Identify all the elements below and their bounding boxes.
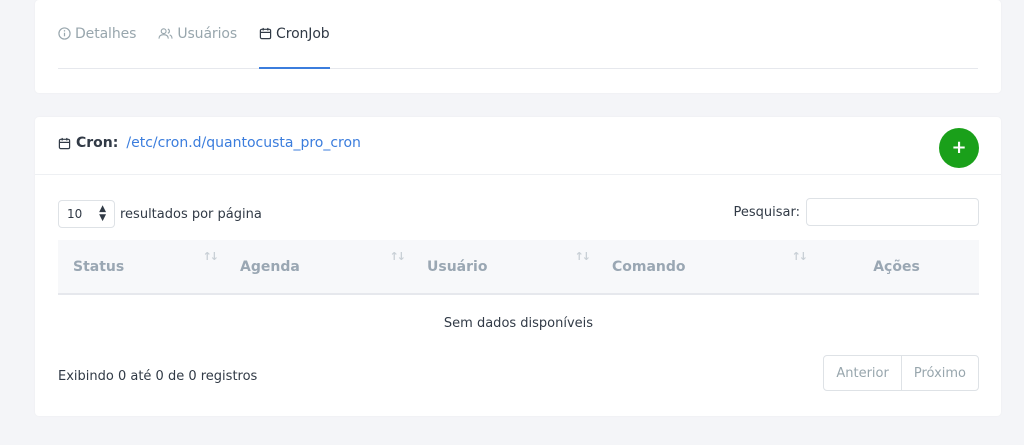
page-length-value: 10 xyxy=(67,207,83,221)
empty-table-message: Sem dados disponíveis xyxy=(443,315,594,331)
cron-card-header: Cron: /etc/cron.d/quantocusta_pro_cron + xyxy=(35,117,1001,175)
next-page-button[interactable]: Próximo xyxy=(900,356,978,390)
column-header-label: Status xyxy=(73,258,125,275)
table-info: Exibindo 0 até 0 de 0 registros xyxy=(58,369,258,384)
column-header-comando[interactable]: Comando ↑↓ xyxy=(597,240,814,293)
column-header-label: Agenda xyxy=(240,258,300,275)
cron-path-link[interactable]: /etc/cron.d/quantocusta_pro_cron xyxy=(126,135,361,151)
cron-label: Cron: xyxy=(76,135,119,151)
column-header-agenda[interactable]: Agenda ↑↓ xyxy=(225,240,412,293)
add-cron-button[interactable]: + xyxy=(939,128,979,168)
tab-detalhes-label: Detalhes xyxy=(75,25,137,42)
cron-table: Status ↑↓ Agenda ↑↓ Usuário ↑↓ Comando ↑… xyxy=(58,240,979,351)
column-header-label: Comando xyxy=(612,258,686,275)
previous-page-button[interactable]: Anterior xyxy=(824,356,900,390)
calendar-icon xyxy=(259,27,272,40)
page-length-label: resultados por página xyxy=(120,206,262,222)
column-header-acoes: Ações xyxy=(814,240,979,293)
tab-cronjob-label: CronJob xyxy=(276,25,330,42)
info-circle-icon xyxy=(58,27,71,40)
search-label: Pesquisar: xyxy=(733,204,801,220)
tab-bar: Detalhes Usuários CronJob xyxy=(58,0,978,69)
tab-usuarios[interactable]: Usuários xyxy=(158,0,237,68)
calendar-icon xyxy=(58,137,71,149)
sort-icon: ↑↓ xyxy=(202,250,220,263)
tab-detalhes[interactable]: Detalhes xyxy=(58,0,136,68)
page-length-select[interactable]: 10 ▲ ▼ xyxy=(58,200,115,228)
pagination: Anterior Próximo xyxy=(823,355,979,391)
column-header-status[interactable]: Status ↑↓ xyxy=(58,240,225,293)
users-icon xyxy=(158,28,173,39)
sort-icon: ↑↓ xyxy=(791,250,809,263)
column-header-label: Usuário xyxy=(427,258,488,275)
column-header-label: Ações xyxy=(873,258,920,275)
tabs-card: Detalhes Usuários CronJob xyxy=(35,0,1001,93)
tab-cronjob[interactable]: CronJob xyxy=(259,0,330,69)
table-header: Status ↑↓ Agenda ↑↓ Usuário ↑↓ Comando ↑… xyxy=(58,240,979,295)
search-input[interactable] xyxy=(806,198,979,226)
cron-title: Cron: /etc/cron.d/quantocusta_pro_cron xyxy=(58,135,361,151)
search-control: Pesquisar: xyxy=(733,198,979,226)
tab-usuarios-label: Usuários xyxy=(177,25,238,42)
sort-icon: ↑↓ xyxy=(574,250,592,263)
select-arrows-icon: ▲ ▼ xyxy=(99,204,106,223)
sort-icon: ↑↓ xyxy=(389,250,407,263)
column-header-usuario[interactable]: Usuário ↑↓ xyxy=(412,240,597,293)
cron-card: Cron: /etc/cron.d/quantocusta_pro_cron +… xyxy=(35,117,1001,416)
page-length-control: 10 ▲ ▼ resultados por página xyxy=(58,200,262,228)
